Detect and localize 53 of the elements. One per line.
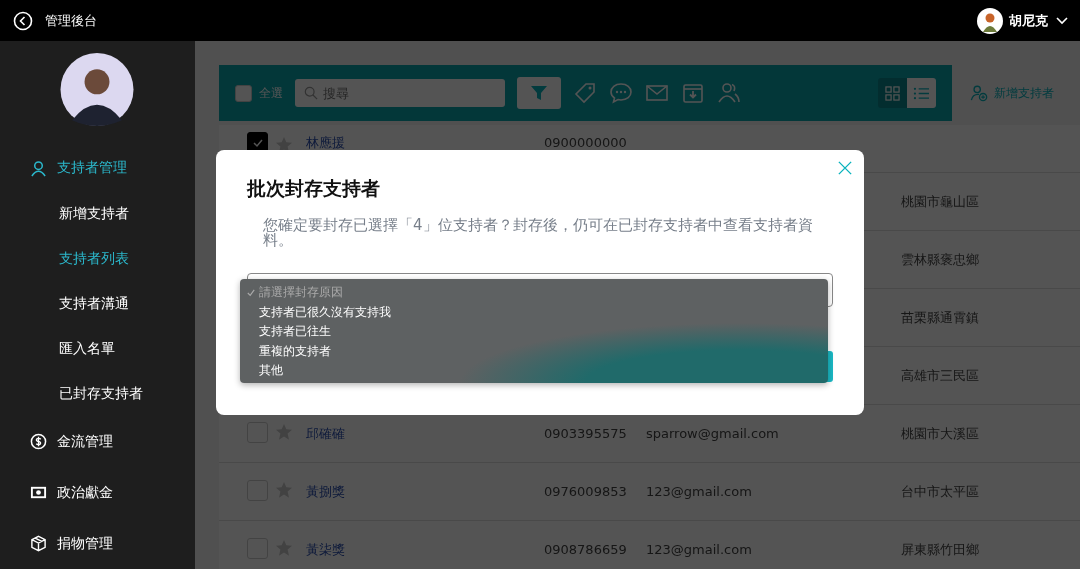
phone-cell: 0976009853 <box>544 484 627 499</box>
email-cell: 123@gmail.com <box>646 542 752 557</box>
dropdown-option[interactable]: 其他 <box>240 361 828 381</box>
sidebar-section[interactable]: 政治獻金 <box>0 467 195 518</box>
user-avatar[interactable] <box>977 7 1003 34</box>
section-label: 政治獻金 <box>57 483 113 502</box>
phone-cell: 0908786659 <box>544 542 627 557</box>
dialog-title: 批次封存支持者 <box>247 176 381 201</box>
archive-icon[interactable] <box>681 81 705 105</box>
box-icon <box>30 535 47 552</box>
sidebar-section[interactable]: 捐物管理 <box>0 518 195 569</box>
sidebar-section[interactable]: 支持者管理 <box>0 145 195 191</box>
filter-button[interactable] <box>517 77 561 109</box>
grid-icon <box>885 85 900 101</box>
search-icon <box>304 86 318 100</box>
email-cell: sparrow@gmail.com <box>646 426 779 441</box>
sidebar-item[interactable]: 新增支持者 <box>0 191 195 236</box>
select-all-checkbox[interactable] <box>235 84 252 102</box>
dropdown-option[interactable]: 支持者已往生 <box>240 322 828 342</box>
address-cell: 屏東縣竹田鄉 <box>901 541 979 557</box>
filter-icon <box>529 83 549 103</box>
email-cell: 123@gmail.com <box>646 484 752 499</box>
sidebar-item[interactable]: 匯入名單 <box>0 326 195 371</box>
users-icon[interactable] <box>717 81 741 105</box>
list-view-button[interactable] <box>907 78 936 108</box>
sidebar-item[interactable]: 支持者溝通 <box>0 281 195 326</box>
section-label: 金流管理 <box>57 432 113 451</box>
sidebar-item[interactable]: 支持者列表 <box>0 236 195 281</box>
cash-icon <box>30 484 47 501</box>
dialog-message: 您確定要封存已選擇「4」位支持者？封存後，仍可在已封存支持者中查看支持者資料。 <box>263 218 814 248</box>
chat-icon[interactable] <box>609 81 633 105</box>
sidebar-section[interactable]: 金流管理 <box>0 416 195 467</box>
section-label: 支持者管理 <box>57 159 127 177</box>
app-title: 管理後台 <box>45 11 97 30</box>
dropdown-option[interactable]: 重複的支持者 <box>240 341 828 361</box>
address-cell: 苗栗縣通霄鎮 <box>901 309 979 325</box>
user-name[interactable]: 胡尼克 <box>1009 11 1048 30</box>
chevron-down-icon[interactable] <box>1056 16 1068 25</box>
select-all-label: 全選 <box>259 84 283 102</box>
dropdown-option[interactable]: 支持者已很久沒有支持我 <box>240 302 828 322</box>
add-user-icon <box>970 84 988 102</box>
person-icon <box>30 159 47 177</box>
close-icon[interactable] <box>838 161 852 175</box>
tag-icon[interactable] <box>573 81 597 105</box>
sidebar-item[interactable]: 已封存支持者 <box>0 371 195 416</box>
phone-cell: 0903395575 <box>544 426 627 441</box>
phone-cell: 0900000000 <box>544 135 627 150</box>
dollar-icon <box>30 433 47 450</box>
list-icon <box>913 85 930 101</box>
back-icon[interactable] <box>13 10 33 31</box>
grid-view-button[interactable] <box>878 78 907 108</box>
check-icon <box>247 289 255 297</box>
section-label: 捐物管理 <box>57 534 113 553</box>
